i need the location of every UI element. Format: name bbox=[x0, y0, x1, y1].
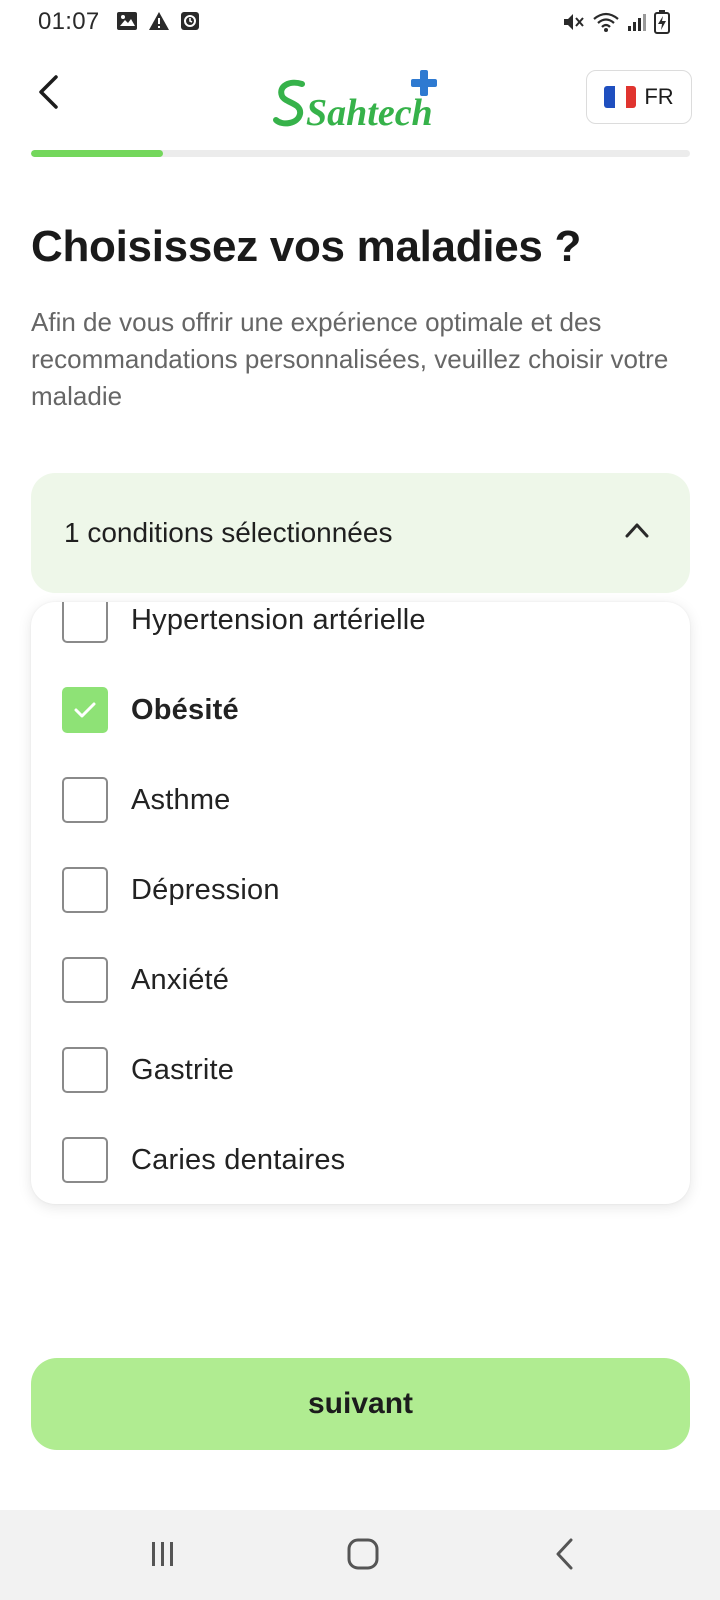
status-bar: 01:07 bbox=[0, 0, 720, 44]
logo-text: Sahtech bbox=[306, 92, 433, 134]
condition-item[interactable]: Anxiété bbox=[31, 935, 690, 1025]
status-time: 01:07 bbox=[38, 8, 100, 35]
back-icon bbox=[553, 1537, 577, 1576]
image-icon bbox=[116, 11, 138, 36]
condition-label: Gastrite bbox=[131, 1053, 235, 1086]
checkbox[interactable] bbox=[62, 777, 108, 823]
chevron-left-icon bbox=[36, 74, 60, 115]
language-selector[interactable]: FR bbox=[586, 70, 692, 124]
app-logo: Sahtech bbox=[272, 70, 444, 134]
home-icon bbox=[346, 1537, 380, 1576]
battery-charging-icon bbox=[654, 10, 670, 39]
condition-item[interactable]: Obésité bbox=[31, 665, 690, 755]
check-icon bbox=[74, 702, 96, 718]
progress-fill bbox=[31, 150, 163, 157]
system-back-button[interactable] bbox=[535, 1534, 595, 1578]
mute-icon bbox=[562, 11, 586, 38]
home-button[interactable] bbox=[333, 1534, 393, 1578]
condition-item[interactable]: Caries dentaires bbox=[31, 1115, 690, 1204]
warning-icon bbox=[148, 11, 170, 36]
checkbox[interactable] bbox=[62, 602, 108, 643]
app-header: Sahtech FR bbox=[0, 58, 720, 138]
condition-item[interactable]: Gastrite bbox=[31, 1025, 690, 1115]
condition-item[interactable]: Hypertension artérielle bbox=[31, 602, 690, 665]
page-description: Afin de vous offrir une expérience optim… bbox=[31, 307, 669, 411]
recent-apps-button[interactable] bbox=[133, 1534, 193, 1578]
condition-item[interactable]: Asthme bbox=[31, 755, 690, 845]
checkbox[interactable] bbox=[62, 1137, 108, 1183]
screen: 01:07 Sahtech FR Choisissez vos maladies… bbox=[0, 0, 720, 1600]
condition-label: Caries dentaires bbox=[131, 1143, 346, 1176]
language-code: FR bbox=[644, 84, 674, 109]
navigation-bar bbox=[0, 1510, 720, 1600]
signal-icon bbox=[626, 11, 648, 38]
checkbox[interactable] bbox=[62, 867, 108, 913]
conditions-dropdown[interactable]: 1 conditions sélectionnées bbox=[31, 473, 690, 593]
conditions-list[interactable]: Hypertension artérielle Obésité Asthme Dépr… bbox=[31, 602, 690, 1204]
next-button[interactable]: suivant bbox=[31, 1358, 690, 1450]
condition-label: Hypertension artérielle bbox=[131, 603, 426, 636]
condition-label: Obésité bbox=[131, 693, 239, 726]
checkbox[interactable] bbox=[62, 957, 108, 1003]
dropdown-summary: 1 conditions sélectionnées bbox=[64, 517, 393, 548]
alarm-icon bbox=[180, 11, 200, 36]
condition-label: Anxiété bbox=[131, 963, 230, 996]
page-title: Choisissez vos maladies ? bbox=[31, 222, 582, 271]
system-icons bbox=[562, 10, 670, 39]
recent-apps-icon bbox=[148, 1539, 178, 1574]
back-button[interactable] bbox=[28, 72, 68, 116]
wifi-icon bbox=[592, 11, 620, 38]
progress-bar bbox=[31, 150, 690, 157]
notification-icons bbox=[116, 11, 200, 36]
condition-item[interactable]: Dépression bbox=[31, 845, 690, 935]
france-flag-icon bbox=[604, 86, 637, 108]
condition-label: Dépression bbox=[131, 873, 280, 906]
chevron-up-icon bbox=[624, 521, 650, 544]
checkbox-checked[interactable] bbox=[62, 687, 108, 733]
checkbox[interactable] bbox=[62, 1047, 108, 1093]
next-button-label: suivant bbox=[307, 1387, 414, 1420]
condition-label: Asthme bbox=[131, 783, 231, 816]
